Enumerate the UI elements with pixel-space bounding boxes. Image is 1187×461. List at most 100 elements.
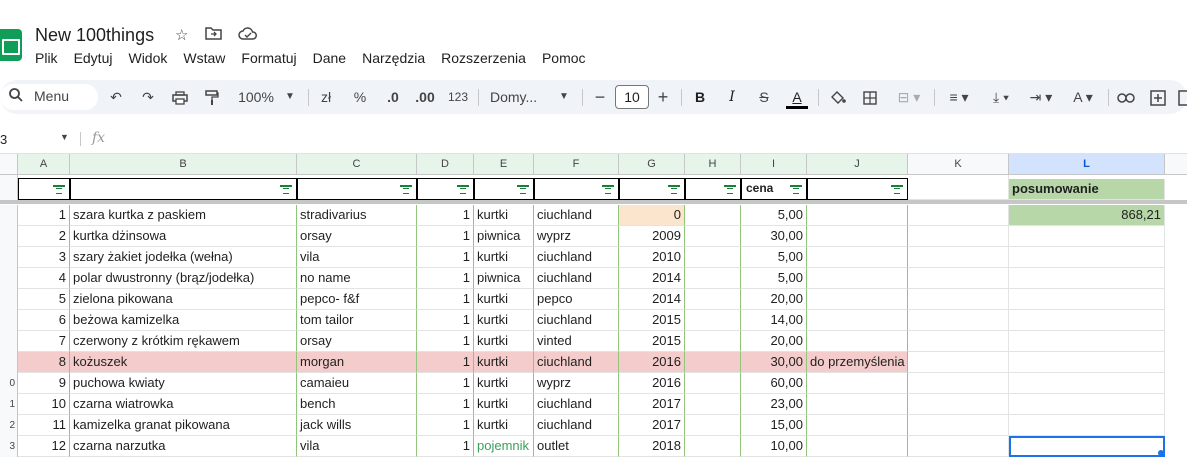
row-header[interactable] [0, 331, 18, 352]
menu-item-1[interactable]: Edytuj [74, 50, 121, 66]
cell-f[interactable]: ciuchland [534, 394, 619, 415]
cell-b[interactable]: zielona pikowana [70, 289, 297, 310]
cell-h[interactable] [685, 226, 741, 247]
menu-item-5[interactable]: Dane [313, 50, 354, 66]
filter-icon[interactable] [668, 184, 680, 194]
cell-c[interactable]: bench [297, 394, 417, 415]
cell-d[interactable]: 1 [417, 205, 474, 226]
cell-j[interactable] [807, 247, 908, 268]
filter-icon[interactable] [400, 184, 412, 194]
cell-b[interactable]: kożuszek [70, 352, 297, 373]
column-header-k[interactable]: K [908, 154, 1009, 175]
cell-a[interactable]: 1 [18, 205, 70, 226]
cell-g[interactable]: 2017 [619, 415, 685, 436]
cell-f[interactable]: wyprz [534, 373, 619, 394]
cell-b[interactable]: szary żakiet jodełka (wełna) [70, 247, 297, 268]
horizontal-align-icon[interactable]: ≡ ▾ [942, 80, 976, 114]
cell-a[interactable]: 9 [18, 373, 70, 394]
cell-h[interactable] [685, 289, 741, 310]
menu-item-3[interactable]: Wstaw [183, 50, 233, 66]
cell-l[interactable] [1009, 289, 1165, 310]
cell-b[interactable]: puchowa kwiaty [70, 373, 297, 394]
row-header[interactable] [0, 352, 18, 373]
cell-c[interactable]: pepco- f&f [297, 289, 417, 310]
menu-item-8[interactable]: Pomoc [542, 50, 594, 66]
filter-cell-g[interactable] [619, 178, 685, 200]
cell-f[interactable]: ciuchland [534, 205, 619, 226]
cell-j[interactable] [807, 394, 908, 415]
cell-e[interactable]: kurtki [474, 247, 534, 268]
cell-e[interactable]: kurtki [474, 352, 534, 373]
column-header-l[interactable]: L [1009, 154, 1165, 175]
cell-g[interactable]: 2014 [619, 268, 685, 289]
cell-c[interactable]: camaieu [297, 373, 417, 394]
column-header-f[interactable]: F [534, 154, 619, 175]
row-header[interactable]: 3 [0, 436, 18, 457]
row-header[interactable] [0, 268, 18, 289]
cell-e[interactable]: pojemnik [474, 436, 534, 457]
cell-i[interactable]: 20,00 [741, 289, 807, 310]
filter-cell-b[interactable] [70, 178, 297, 200]
cell-d[interactable]: 1 [417, 268, 474, 289]
cell-a[interactable]: 2 [18, 226, 70, 247]
cell-k-header[interactable] [908, 175, 1009, 200]
cell-i[interactable]: 30,00 [741, 352, 807, 373]
row-header[interactable] [0, 310, 18, 331]
cell-e[interactable]: kurtki [474, 310, 534, 331]
filter-cell-i[interactable]: cena [741, 178, 807, 200]
cell-l[interactable] [1009, 394, 1165, 415]
increase-decimal-button[interactable]: .00 [412, 80, 438, 114]
cell-g[interactable]: 2015 [619, 310, 685, 331]
sheets-logo-icon[interactable] [0, 29, 22, 61]
cell-i[interactable]: 5,00 [741, 268, 807, 289]
cell-i[interactable]: 15,00 [741, 415, 807, 436]
filter-cell-j[interactable] [807, 178, 908, 200]
cell-l[interactable] [1009, 268, 1165, 289]
cell-e[interactable]: kurtki [474, 205, 534, 226]
cell-f[interactable]: ciuchland [534, 415, 619, 436]
filter-cell-h[interactable] [685, 178, 741, 200]
cell-f[interactable]: vinted [534, 331, 619, 352]
cell-h[interactable] [685, 331, 741, 352]
cell-i[interactable]: 5,00 [741, 247, 807, 268]
document-title[interactable]: New 100things [35, 25, 154, 46]
summary-value[interactable]: 868,21 [1009, 205, 1165, 226]
number-format-button[interactable]: 123 [446, 80, 470, 114]
cell-l[interactable] [1009, 310, 1165, 331]
filter-icon[interactable] [602, 184, 614, 194]
cell-h[interactable] [685, 310, 741, 331]
filter-icon[interactable] [724, 184, 736, 194]
zoom-select[interactable]: 100% [234, 80, 278, 114]
column-header-i[interactable]: I [741, 154, 807, 175]
cell-k[interactable] [908, 352, 1009, 373]
column-header-j[interactable]: J [807, 154, 908, 175]
row-header[interactable]: 1 [0, 394, 18, 415]
cell-e[interactable]: piwnica [474, 226, 534, 247]
cell-j[interactable] [807, 310, 908, 331]
cell-a[interactable]: 8 [18, 352, 70, 373]
folder-move-icon[interactable] [205, 26, 222, 44]
cell-k[interactable] [908, 331, 1009, 352]
decrease-font-size-button[interactable]: − [590, 80, 610, 114]
cell-k[interactable] [908, 268, 1009, 289]
fill-handle[interactable] [1158, 450, 1163, 455]
cell-d[interactable]: 1 [417, 415, 474, 436]
text-rotation-icon[interactable]: A ▾ [1064, 80, 1102, 114]
menu-item-7[interactable]: Rozszerzenia [441, 50, 534, 66]
cell-c[interactable]: jack wills [297, 415, 417, 436]
cell-b[interactable]: kamizelka granat pikowana [70, 415, 297, 436]
filter-cell-a[interactable] [18, 178, 70, 200]
percent-format-button[interactable]: % [350, 80, 370, 114]
cell-k[interactable] [908, 247, 1009, 268]
cell-f[interactable]: wyprz [534, 226, 619, 247]
text-wrap-icon[interactable]: ⇥ ▾ [1024, 80, 1058, 114]
column-header-m[interactable] [1165, 154, 1187, 175]
cell-k[interactable] [908, 373, 1009, 394]
cell-j[interactable] [807, 205, 908, 226]
cell-g[interactable]: 2017 [619, 394, 685, 415]
cell-d[interactable]: 1 [417, 226, 474, 247]
insert-link-icon[interactable] [1116, 80, 1136, 114]
cloud-status-icon[interactable] [238, 26, 258, 44]
cell-h[interactable] [685, 268, 741, 289]
cell-b[interactable]: czarna narzutka [70, 436, 297, 457]
